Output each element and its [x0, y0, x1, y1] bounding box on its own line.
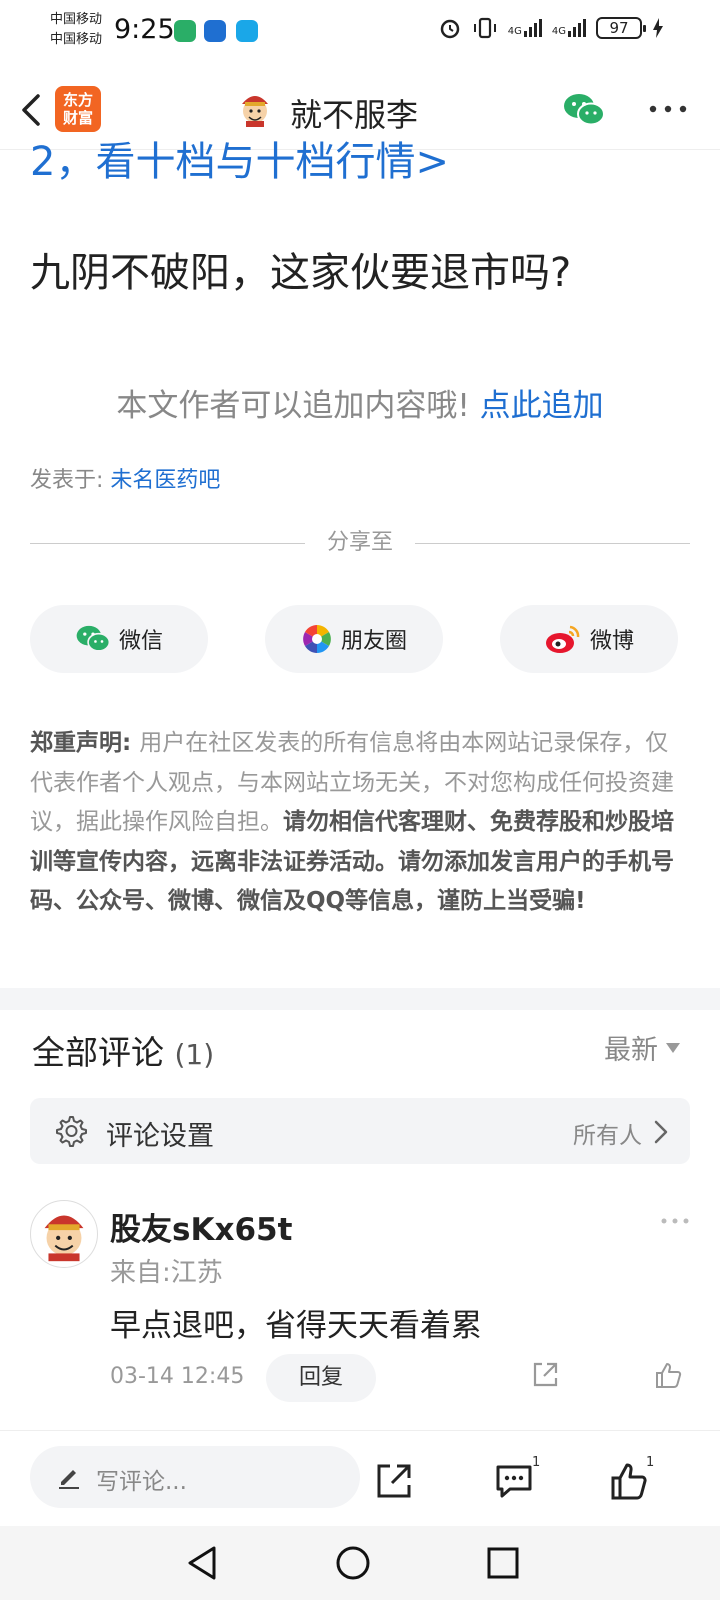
alarm-icon [440, 19, 459, 39]
system-nav-bar [0, 1526, 720, 1600]
share-wechat-button[interactable]: 微信 [30, 605, 208, 673]
comment-share-icon[interactable] [530, 1360, 560, 1390]
moments-icon [302, 625, 331, 653]
dropdown-arrow-icon [666, 1042, 680, 1053]
share-icon[interactable] [374, 1461, 414, 1501]
carrier-labels: 中国移动 中国移动 [50, 10, 102, 50]
comment-settings-row[interactable]: 评论设置 所有人 [30, 1098, 690, 1164]
share-weibo-label: 微博 [589, 629, 634, 654]
puzzle-notification-icon [204, 20, 226, 42]
comments-title: 全部评论 [32, 1033, 164, 1072]
like-count-badge: 1 [646, 1455, 655, 1470]
logo-line-1: 东方 [62, 91, 93, 109]
posted-in-label: 发表于: [30, 468, 111, 493]
share-weibo-button[interactable]: 微博 [500, 605, 678, 673]
sort-label: 最新 [604, 1035, 658, 1066]
disclaimer: 郑重声明: 用户在社区发表的所有信息将由本网站记录保存，仅代表作者个人观点，与本… [30, 724, 690, 922]
append-content-link[interactable]: 点此追加 [480, 388, 604, 424]
append-prompt-text: 本文作者可以追加内容哦! [116, 388, 480, 424]
commenter-name[interactable]: 股友sKx65t [110, 1204, 292, 1249]
comments-sort-dropdown[interactable]: 最新 [604, 1028, 680, 1067]
chevron-right-icon [654, 1120, 668, 1144]
back-button[interactable] [16, 90, 48, 130]
vibrate-icon [473, 17, 496, 39]
more-options-icon[interactable] [648, 102, 688, 116]
comment-icon[interactable] [494, 1461, 534, 1501]
comment-like-icon[interactable] [654, 1360, 684, 1390]
write-comment-placeholder: 写评论... [96, 1469, 187, 1495]
quote-link-partial[interactable]: 2，看十档与十档行情> [30, 140, 449, 180]
signal-2-label: 4G [551, 26, 566, 37]
nav-home-icon[interactable] [328, 1538, 378, 1588]
app-header: 东方 财富 就不服李 [0, 72, 720, 150]
bottom-action-bar: 写评论... 1 1 [0, 1430, 720, 1526]
battery-indicator: 97 [596, 17, 646, 39]
comments-count: (1) [174, 1038, 215, 1071]
pen-icon [59, 1470, 79, 1489]
author-avatar-icon[interactable] [236, 90, 274, 128]
logo-line-2: 财富 [62, 109, 93, 127]
commenter-avatar[interactable] [30, 1200, 98, 1268]
section-separator [0, 988, 720, 1010]
forum-bar-link[interactable]: 未名医药吧 [110, 468, 220, 493]
share-moments-button[interactable]: 朋友圈 [265, 605, 443, 673]
signal-1-icon: 4G [508, 19, 542, 37]
app-logo[interactable]: 东方 财富 [55, 86, 101, 132]
reply-button[interactable]: 回复 [266, 1354, 376, 1402]
gear-icon [56, 1116, 87, 1147]
comment-count-badge: 1 [532, 1455, 541, 1470]
like-icon[interactable] [610, 1461, 650, 1501]
comment-time: 03-14 12:45 [110, 1364, 245, 1389]
comments-heading: 全部评论 (1) [32, 1026, 214, 1074]
share-wechat-label: 微信 [118, 629, 163, 654]
comment-more-icon[interactable] [660, 1216, 690, 1226]
signal-2-icon: 4G [552, 19, 586, 37]
wechat-share-icon[interactable] [562, 92, 606, 128]
nav-back-icon[interactable] [178, 1538, 228, 1588]
carrier-1: 中国移动 [50, 12, 103, 27]
carrier-2: 中国移动 [50, 32, 103, 47]
nav-recents-icon[interactable] [478, 1538, 528, 1588]
comment-text: 早点退吧，省得天天看着累 [110, 1308, 482, 1344]
comment-settings-value: 所有人 [573, 1123, 642, 1149]
posted-in: 发表于: 未名医药吧 [30, 462, 220, 494]
status-indicators: 4G 4G 97 [438, 16, 664, 40]
share-divider: 分享至 [30, 528, 690, 558]
commenter-location: 来自:江苏 [110, 1258, 223, 1288]
wechat-icon [76, 625, 111, 652]
search-notification-icon [236, 20, 258, 42]
signal-1-label: 4G [507, 26, 522, 37]
status-time: 9:25 [114, 14, 175, 45]
share-moments-label: 朋友圈 [340, 629, 407, 654]
author-name[interactable]: 就不服李 [290, 90, 418, 136]
append-prompt: 本文作者可以追加内容哦! 点此追加 [0, 380, 720, 425]
write-comment-input[interactable]: 写评论... [30, 1446, 360, 1508]
weibo-icon [545, 625, 580, 653]
charging-icon [653, 18, 663, 38]
post-body: 九阴不破阳，这家伙要退市吗? [30, 250, 572, 296]
comment-settings-label: 评论设置 [106, 1121, 214, 1152]
wechat-notification-icon [174, 20, 196, 42]
disclaimer-title: 郑重声明: [30, 730, 140, 756]
status-bar: 中国移动 中国移动 9:25 4G 4G 97 [0, 0, 720, 64]
